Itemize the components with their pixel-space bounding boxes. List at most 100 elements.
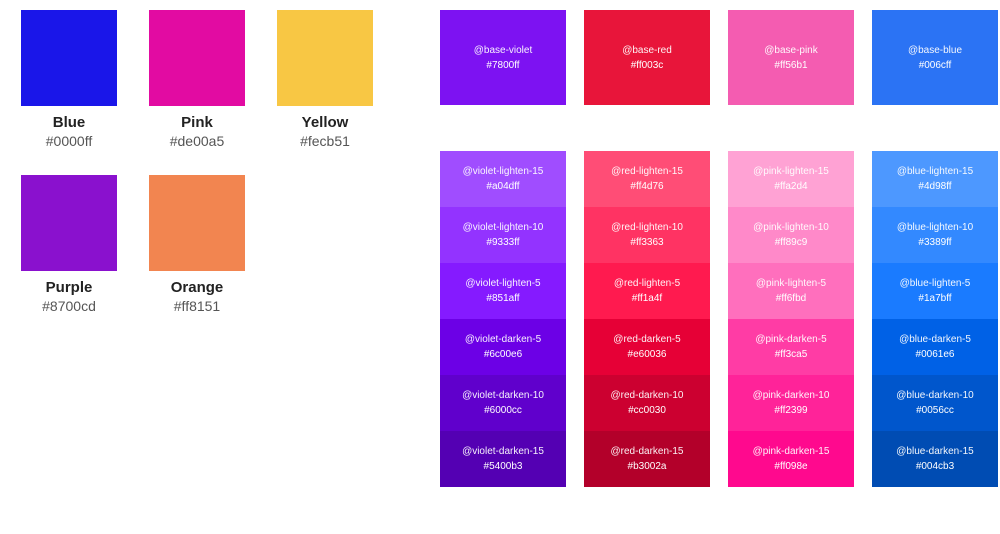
color-var-name: @red-darken-15: [611, 444, 684, 459]
color-var-name: @red-lighten-5: [614, 276, 680, 291]
color-var-hex: #3389ff: [918, 235, 951, 250]
color-var-name: @violet-lighten-5: [465, 276, 540, 291]
shade-step: @pink-lighten-15#ffa2d4: [728, 151, 854, 207]
color-var-hex: #ffa2d4: [774, 179, 807, 194]
color-var-name: @pink-darken-15: [753, 444, 830, 459]
shade-step: @red-darken-5#e60036: [584, 319, 710, 375]
color-var-name: @pink-darken-10: [753, 388, 830, 403]
shade-step: @pink-lighten-5#ff6fbd: [728, 263, 854, 319]
shade-step: @violet-lighten-15#a04dff: [440, 151, 566, 207]
base-tile-blue: @base-blue#006cff: [872, 10, 998, 105]
swatch-item-purple: Purple #8700cd: [14, 175, 124, 314]
shade-step: @blue-lighten-10#3389ff: [872, 207, 998, 263]
swatch-name: Orange: [142, 279, 252, 296]
color-var-hex: #851aff: [486, 291, 519, 306]
color-var-hex: #ff2399: [774, 403, 807, 418]
swatch-hex: #fecb51: [270, 133, 380, 149]
swatch-hex: #8700cd: [14, 298, 124, 314]
shade-columns-row: @violet-lighten-15#a04dff@violet-lighten…: [440, 151, 998, 487]
swatch-box: [149, 175, 245, 271]
shade-step: @blue-lighten-5#1a7bff: [872, 263, 998, 319]
color-var-name: @base-blue: [908, 43, 962, 58]
color-var-hex: #004cb3: [916, 459, 954, 474]
swatch-box: [21, 10, 117, 106]
shade-step: @blue-lighten-15#4d98ff: [872, 151, 998, 207]
color-var-hex: #cc0030: [628, 403, 666, 418]
shade-step: @violet-darken-10#6000cc: [440, 375, 566, 431]
swatch-hex: #ff8151: [142, 298, 252, 314]
color-var-name: @pink-lighten-5: [756, 276, 826, 291]
color-var-hex: #1a7bff: [918, 291, 951, 306]
swatch-item-pink: Pink#de00a5: [142, 10, 252, 149]
color-var-hex: #ff56b1: [774, 58, 807, 73]
shade-step: @violet-lighten-10#9333ff: [440, 207, 566, 263]
color-var-hex: #ff6fbd: [776, 291, 806, 306]
shade-step: @blue-darken-10#0056cc: [872, 375, 998, 431]
left-swatch-panel: Blue#0000ffPink#de00a5 Yellow #fecb51 Purpl…: [14, 10, 380, 524]
color-var-hex: #6000cc: [484, 403, 522, 418]
swatch-name: Yellow: [270, 114, 380, 131]
palette-column-blue: @blue-lighten-15#4d98ff@blue-lighten-10#…: [872, 151, 998, 487]
color-var-hex: #006cff: [919, 58, 952, 73]
color-var-name: @pink-lighten-10: [753, 220, 829, 235]
color-var-name: @blue-lighten-10: [897, 220, 973, 235]
color-var-hex: #7800ff: [486, 58, 519, 73]
color-var-name: @blue-darken-15: [896, 444, 973, 459]
color-var-name: @red-darken-10: [611, 388, 684, 403]
color-var-hex: #6c00e6: [484, 347, 522, 362]
color-var-name: @base-red: [622, 43, 672, 58]
shade-step: @red-lighten-15#ff4d76: [584, 151, 710, 207]
swatch-box: [277, 10, 373, 106]
swatch-item-blue: Blue#0000ff: [14, 10, 124, 149]
color-var-name: @red-lighten-10: [611, 220, 683, 235]
color-var-name: @base-violet: [474, 43, 533, 58]
swatch-hex: #0000ff: [14, 133, 124, 149]
shade-step: @violet-darken-5#6c00e6: [440, 319, 566, 375]
color-var-name: @base-pink: [764, 43, 818, 58]
shade-step: @red-darken-10#cc0030: [584, 375, 710, 431]
shade-step: @blue-darken-15#004cb3: [872, 431, 998, 487]
color-var-name: @pink-lighten-15: [753, 164, 829, 179]
color-var-name: @pink-darken-5: [755, 332, 826, 347]
color-var-name: @red-lighten-15: [611, 164, 683, 179]
swatch-hex: #de00a5: [142, 133, 252, 149]
color-var-name: @blue-lighten-5: [900, 276, 971, 291]
color-var-hex: #e60036: [628, 347, 667, 362]
shade-step: @pink-darken-5#ff3ca5: [728, 319, 854, 375]
base-colors-row: @base-violet#7800ff@base-red#ff003c@base…: [440, 10, 998, 105]
palette-column-red: @red-lighten-15#ff4d76@red-lighten-10#ff…: [584, 151, 710, 487]
shade-step: @pink-lighten-10#ff89c9: [728, 207, 854, 263]
color-var-hex: #ff098e: [774, 459, 807, 474]
swatch-item-orange: Orange #ff8151: [142, 175, 252, 314]
color-var-hex: #ff89c9: [775, 235, 808, 250]
shade-step: @red-darken-15#b3002a: [584, 431, 710, 487]
swatch-box: [21, 175, 117, 271]
palette-column-violet: @violet-lighten-15#a04dff@violet-lighten…: [440, 151, 566, 487]
color-var-name: @violet-lighten-15: [463, 164, 544, 179]
swatch-box: [149, 10, 245, 106]
color-var-name: @violet-darken-15: [462, 444, 544, 459]
swatch-name: Purple: [14, 279, 124, 296]
swatch-grid: Blue#0000ffPink#de00a5 Yellow #fecb51 Purpl…: [14, 10, 380, 314]
color-var-hex: #ff1a4f: [632, 291, 662, 306]
color-var-name: @violet-darken-10: [462, 388, 544, 403]
color-var-name: @violet-darken-5: [465, 332, 541, 347]
color-var-name: @blue-darken-10: [896, 388, 973, 403]
palette-column-pink: @pink-lighten-15#ffa2d4@pink-lighten-10#…: [728, 151, 854, 487]
shade-step: @violet-darken-15#5400b3: [440, 431, 566, 487]
shade-step: @red-lighten-10#ff3363: [584, 207, 710, 263]
color-var-hex: #9333ff: [486, 235, 519, 250]
shade-step: @pink-darken-10#ff2399: [728, 375, 854, 431]
shade-step: @violet-lighten-5#851aff: [440, 263, 566, 319]
color-var-name: @blue-darken-5: [899, 332, 971, 347]
color-var-hex: #4d98ff: [918, 179, 951, 194]
color-var-name: @red-darken-5: [613, 332, 680, 347]
shade-step: @blue-darken-5#0061e6: [872, 319, 998, 375]
color-var-hex: #b3002a: [628, 459, 667, 474]
base-tile-red: @base-red#ff003c: [584, 10, 710, 105]
base-tile-violet: @base-violet#7800ff: [440, 10, 566, 105]
right-palette-panel: @base-violet#7800ff@base-red#ff003c@base…: [440, 10, 998, 524]
color-var-hex: #ff3ca5: [775, 347, 808, 362]
color-var-hex: #ff003c: [631, 58, 664, 73]
base-tile-pink: @base-pink#ff56b1: [728, 10, 854, 105]
